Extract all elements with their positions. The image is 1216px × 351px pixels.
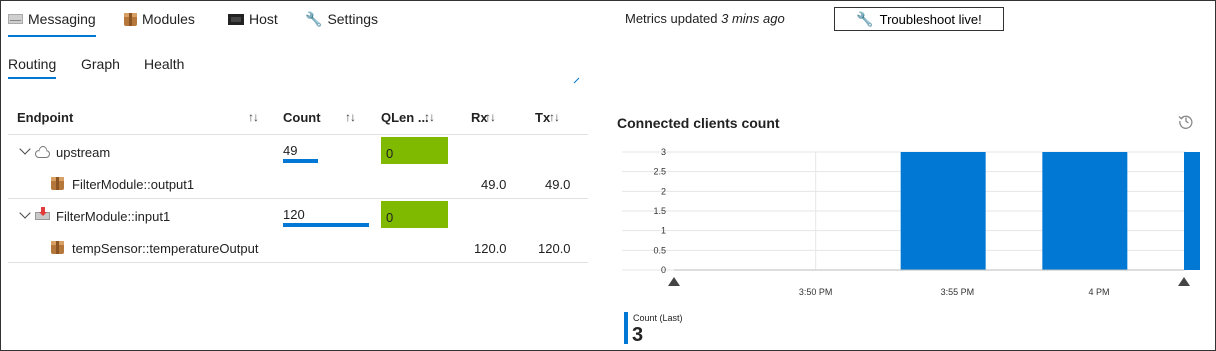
legend-color-swatch (624, 312, 628, 344)
row-divider (8, 198, 588, 199)
y-tick-label: 1 (661, 226, 666, 236)
endpoint-name: upstream (56, 145, 111, 160)
count-value: 120 (283, 207, 305, 222)
range-handle (668, 277, 680, 286)
rx-value: 49.0 (481, 177, 507, 192)
metrics-updated-value: 3 mins ago (721, 11, 785, 26)
column-header-qlen: QLen ... (381, 110, 429, 125)
sort-endpoint-icon[interactable]: ↑↓ (248, 110, 259, 124)
wrench-icon: 🔧 (305, 10, 323, 27)
sort-tx-icon[interactable]: ↑↓ (549, 110, 560, 124)
qlen-cell: 0 (381, 137, 448, 164)
qlen-cell: 0 (381, 201, 448, 228)
metrics-updated: Metrics updated 3 mins ago (625, 11, 785, 26)
x-tick-label: 4 PM (1088, 287, 1109, 297)
endpoint-name: FilterModule::output1 (72, 177, 195, 192)
row-divider (8, 134, 588, 135)
endpoint-name: FilterModule::input1 (56, 209, 171, 224)
count-bar (283, 223, 369, 227)
tx-value: 120.0 (538, 241, 571, 256)
envelope-icon (8, 14, 23, 24)
package-icon (51, 241, 64, 254)
tab-modules-label: Modules (142, 11, 195, 27)
tab-modules[interactable]: Modules (124, 8, 195, 30)
count-value: 49 (283, 143, 298, 158)
sort-rx-icon[interactable]: ↑↓ (485, 110, 496, 124)
rx-value: 120.0 (474, 241, 507, 256)
y-tick-label: 1.5 (653, 206, 666, 216)
tab-routing[interactable]: Routing (8, 56, 57, 79)
tab-messaging[interactable]: Messaging (8, 8, 96, 37)
qlen-value: 0 (386, 210, 394, 225)
tab-graph[interactable]: Graph (81, 56, 120, 72)
chart-bar (900, 152, 986, 270)
y-tick-label: 2.5 (653, 167, 666, 177)
legend-series-name: Count (Last) (633, 313, 683, 323)
column-header-count: Count (283, 110, 321, 125)
sort-count-icon[interactable]: ↑↓ (345, 110, 356, 124)
qlen-value: 0 (386, 146, 394, 161)
history-icon[interactable] (1178, 113, 1194, 129)
sort-qlen-icon[interactable]: ↑↓ (424, 110, 435, 124)
package-icon (124, 12, 137, 26)
y-tick-label: 2 (661, 186, 666, 196)
legend-series-value: 3 (632, 324, 644, 346)
metrics-updated-prefix: Metrics updated (625, 11, 722, 26)
endpoint-name: tempSensor::temperatureOutput (72, 241, 259, 256)
tab-settings-label: Settings (327, 11, 379, 27)
chart-title: Connected clients count (617, 115, 780, 131)
column-header-endpoint: Endpoint (17, 110, 74, 125)
wrench-icon: 🔧 (856, 10, 874, 27)
row-divider (8, 262, 588, 263)
troubleshoot-live-button[interactable]: 🔧 Troubleshoot live! (834, 7, 1004, 31)
count-bar (283, 159, 318, 163)
y-tick-label: 0 (661, 265, 666, 275)
chart-bar (1042, 152, 1128, 270)
y-tick-label: 0.5 (653, 245, 666, 255)
y-tick-label: 3 (661, 147, 666, 157)
tab-messaging-label: Messaging (28, 11, 96, 27)
tab-host[interactable]: Host (228, 8, 278, 30)
tab-settings[interactable]: 🔧 Settings (305, 8, 378, 30)
computer-icon (228, 13, 244, 25)
troubleshoot-live-label: Troubleshoot live! (879, 11, 982, 27)
tx-value: 49.0 (545, 177, 571, 192)
tab-host-label: Host (249, 11, 278, 27)
inbox-icon (35, 207, 50, 220)
package-icon (51, 177, 64, 190)
range-handle (1178, 277, 1190, 286)
x-tick-label: 3:55 PM (941, 287, 975, 297)
chart-bar (1184, 152, 1200, 270)
tab-health[interactable]: Health (144, 56, 184, 72)
x-tick-label: 3:50 PM (799, 287, 833, 297)
cloud-icon (35, 150, 50, 158)
column-header-tx: Tx (535, 110, 551, 125)
connected-clients-chart: 0 0.5 1 1.5 2 2.5 3 3:50 PM 3:55 PM 4 PM (622, 147, 1200, 297)
